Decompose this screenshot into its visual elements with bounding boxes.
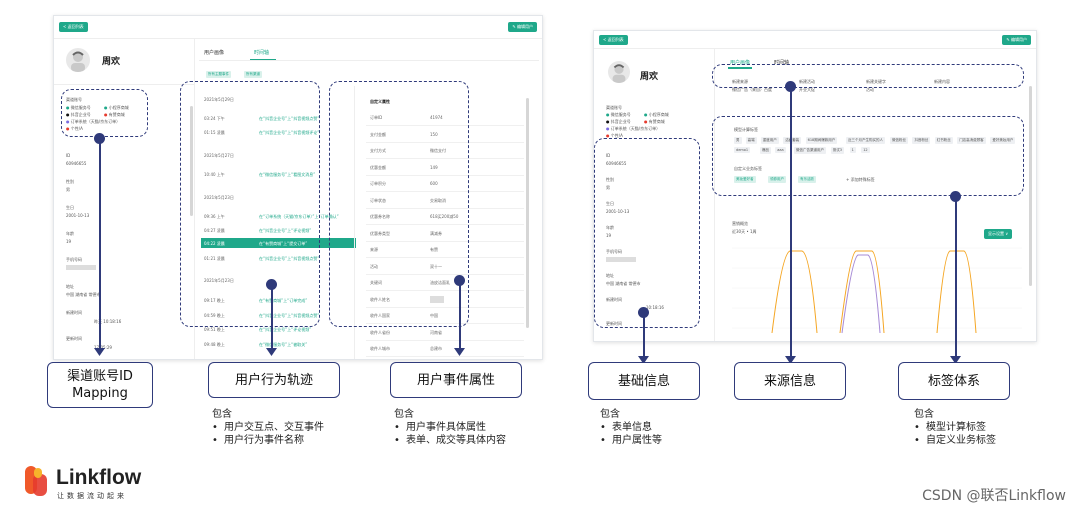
arrow-down-icon xyxy=(454,348,465,356)
desc-item: 用户行为事件名称 xyxy=(212,434,324,447)
field-value: 男 xyxy=(66,187,70,192)
arrow-down-icon xyxy=(94,348,105,356)
right-scrollbar[interactable] xyxy=(1029,86,1032,286)
field-label: 年龄 xyxy=(66,231,74,236)
filter-chip[interactable]: 所有主题事件 xyxy=(206,71,231,78)
callout-source-info: 来源信息 xyxy=(734,362,846,400)
edit-user-button[interactable]: ✎ 编辑用户 xyxy=(508,22,537,32)
desc-item: 模型计算标签 xyxy=(914,421,996,434)
annotation-region-basic-info xyxy=(594,138,700,328)
linkflow-logo-icon xyxy=(25,466,47,496)
filter-chip[interactable]: 所有渠道 xyxy=(244,71,262,78)
callout-tag-system: 标签体系 xyxy=(898,362,1010,400)
channel-item: 有赞商城 xyxy=(648,119,665,124)
channel-item: 微信服务号 xyxy=(610,112,631,117)
channel-heading: 渠道账号 xyxy=(606,105,622,110)
marketing-overview-chart xyxy=(732,247,1022,334)
desc-item: 表单、成交等具体内容 xyxy=(394,434,506,447)
avatar xyxy=(608,61,630,83)
brand-tagline: 让数据流动起来 xyxy=(57,492,127,500)
annotation-region-behavior xyxy=(180,81,320,327)
channel-item: 抖音企业号 xyxy=(610,119,631,124)
edit-user-button[interactable]: ✎ 编辑用户 xyxy=(1002,35,1031,45)
desc-item: 用户属性等 xyxy=(600,434,662,447)
chart-series-orange xyxy=(936,250,977,334)
annotation-region-tags xyxy=(712,116,1024,196)
annotation-region-event-attrs xyxy=(329,81,469,327)
field-label: 生日 xyxy=(66,205,74,210)
callout-user-behavior: 用户行为轨迹 xyxy=(208,362,340,398)
user-name: 周欢 xyxy=(640,72,659,82)
field-label: 新建时间 xyxy=(66,310,82,315)
redacted-phone xyxy=(66,265,96,270)
field-label: ID xyxy=(66,153,71,158)
desc-item: 用户交互点、交互事件 xyxy=(212,421,324,434)
field-value: 60946655 xyxy=(66,161,87,166)
chart-subtitle: 近30天 • 1周 xyxy=(732,229,757,234)
field-label: 更新时间 xyxy=(66,336,82,341)
field-label: 地址 xyxy=(66,284,74,289)
chart-series-orange xyxy=(771,250,818,334)
timeline-time: 09:51 晚上 xyxy=(204,327,225,332)
timeline-time: 09:48 晚上 xyxy=(204,342,225,347)
annotation-region-source xyxy=(712,64,1024,88)
desc-intro: 包含 xyxy=(394,409,414,420)
field-value: 19 xyxy=(66,239,72,244)
timeline-event: 在“抖音企业号”上“评论视频” xyxy=(259,327,312,332)
annotation-connector xyxy=(271,289,273,350)
field-value: 中国 湖南省 常德市 xyxy=(66,292,101,297)
desc-tag-system: 包含 模型计算标签自定义业务标签 xyxy=(914,408,996,447)
channel-item: 小程序商城 xyxy=(648,112,669,117)
desc-event-attributes: 包含 用户事件具体属性表单、成交等具体内容 xyxy=(394,408,506,447)
annotation-connector xyxy=(459,285,461,350)
callout-event-attributes: 用户事件属性 xyxy=(390,362,522,398)
user-name: 周欢 xyxy=(102,57,121,67)
field-label: 性别 xyxy=(66,179,74,184)
chart-label: 营销概览 xyxy=(732,221,748,226)
desc-item: 用户事件具体属性 xyxy=(394,421,506,434)
callout-channel-id-mapping: 渠道账号ID Mapping xyxy=(47,362,153,408)
back-to-list-button[interactable]: < 返回列表 xyxy=(599,35,628,45)
desc-intro: 包含 xyxy=(212,409,232,420)
attr-scrollbar[interactable] xyxy=(526,98,529,328)
desc-user-behavior: 包含 用户交互点、交互事件用户行为事件名称 xyxy=(212,408,324,447)
annotation-connector xyxy=(99,143,101,350)
channel-item: 订单系统（天猫/京东订单） xyxy=(610,126,661,131)
attr-key: 收件人城市 xyxy=(370,346,390,351)
attr-value: 总建市 xyxy=(430,346,442,351)
tab-timeline[interactable]: 时间轴 xyxy=(254,49,269,56)
desc-intro: 包含 xyxy=(600,409,620,420)
avatar xyxy=(66,48,90,72)
field-label: 手机号码 xyxy=(66,257,82,262)
desc-basic-info: 包含 表单信息用户属性等 xyxy=(600,408,662,447)
brand-name: Linkflow xyxy=(56,466,142,489)
chart-series-orange xyxy=(839,250,885,334)
annotation-region-channel xyxy=(61,89,148,137)
annotation-connector xyxy=(643,317,645,358)
desc-item: 自定义业务标签 xyxy=(914,434,996,447)
desc-intro: 包含 xyxy=(914,409,934,420)
chart-series-purple xyxy=(841,254,881,334)
field-value: 2001-10-13 xyxy=(66,213,90,218)
arrow-down-icon xyxy=(266,348,277,356)
back-to-list-button[interactable]: < 返回列表 xyxy=(59,22,88,32)
annotation-connector xyxy=(955,201,957,358)
callout-basic-info: 基础信息 xyxy=(588,362,700,400)
display-settings-button[interactable]: 显示设置 ∨ xyxy=(984,229,1013,239)
watermark: CSDN @联否Linkflow xyxy=(922,488,1066,504)
attr-key: 收件人省份 xyxy=(370,329,390,335)
tab-user-portrait[interactable]: 用户画像 xyxy=(204,49,224,56)
desc-item: 表单信息 xyxy=(600,421,662,434)
attr-value: 河南省 xyxy=(430,329,442,335)
